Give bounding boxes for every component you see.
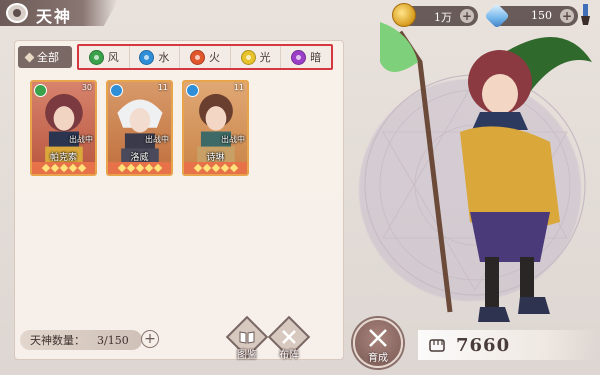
star-icon <box>77 163 86 173</box>
filter-label: 火 <box>208 51 220 64</box>
wind-icon <box>88 49 104 65</box>
god-card[interactable]: 30 出战中 帕克索 <box>30 80 97 176</box>
star-icon <box>50 163 59 173</box>
back-eye-icon[interactable] <box>6 3 28 23</box>
god-card[interactable]: 11 出战中 诗琳 <box>182 80 249 176</box>
card-level: 30 <box>81 83 92 92</box>
combat-power: 7660 <box>418 330 596 360</box>
filter-wind[interactable]: 风 <box>79 46 130 68</box>
star-icon <box>220 163 229 173</box>
filter-fire[interactable]: 火 <box>180 46 231 68</box>
god-count-value: 3/150 <box>97 333 129 347</box>
star-rating <box>184 162 247 174</box>
star-rating <box>108 162 171 174</box>
star-icon <box>211 163 220 173</box>
star-icon <box>59 163 68 173</box>
god-count: 天神数量： 3/150 <box>20 330 142 350</box>
filter-label: 水 <box>158 51 170 64</box>
star-icon <box>229 163 238 173</box>
filter-light[interactable]: 光 <box>231 46 282 68</box>
filter-dark[interactable]: 暗 <box>281 46 331 68</box>
star-icon <box>117 163 126 173</box>
filter-all-label: 全部 <box>37 51 59 64</box>
element-badge-icon <box>186 84 199 97</box>
star-icon <box>153 163 162 173</box>
fist-icon <box>429 339 445 352</box>
filter-label: 暗 <box>310 51 322 64</box>
hero-character-art <box>380 22 592 322</box>
star-icon <box>144 163 153 173</box>
card-status: 出战中 <box>69 135 93 144</box>
formation-label: 布阵 <box>279 350 299 361</box>
add-gem-button[interactable]: + <box>560 9 574 23</box>
nurture-button[interactable]: 育成 <box>353 318 403 368</box>
star-rating <box>32 162 95 174</box>
filter-label: 风 <box>107 51 119 64</box>
codex-label: 图鉴 <box>237 350 257 361</box>
card-status: 出战中 <box>221 135 245 144</box>
water-icon <box>139 49 155 65</box>
fire-icon <box>189 49 205 65</box>
filter-label: 光 <box>259 51 271 64</box>
tools-icon <box>369 329 387 347</box>
codex-button[interactable]: 图鉴 <box>225 315 269 368</box>
expand-capacity-button[interactable]: + <box>141 330 159 348</box>
add-gold-button[interactable]: + <box>460 9 474 23</box>
filter-tab-all[interactable]: 全部 <box>18 46 72 68</box>
element-badge-icon <box>34 84 47 97</box>
light-icon <box>240 49 256 65</box>
card-level: 11 <box>233 83 244 92</box>
star-icon <box>41 163 50 173</box>
diamond-icon <box>24 52 35 62</box>
page-title: 天神 <box>36 7 73 26</box>
filter-water[interactable]: 水 <box>130 46 181 68</box>
god-count-label: 天神数量： <box>30 334 85 347</box>
star-icon <box>135 163 144 173</box>
card-level: 11 <box>157 83 168 92</box>
formation-button[interactable]: 布阵 <box>267 315 311 368</box>
element-filter-bar: 风 水 火 光 暗 <box>77 44 333 70</box>
combat-power-value: 7660 <box>456 334 511 356</box>
card-status: 出战中 <box>145 135 169 144</box>
star-icon <box>202 163 211 173</box>
star-icon <box>68 163 77 173</box>
gem-amount: 150 <box>531 9 552 22</box>
element-badge-icon <box>110 84 123 97</box>
god-card[interactable]: 11 出战中 洛威 <box>106 80 173 176</box>
dark-icon <box>291 49 307 65</box>
star-icon <box>193 163 202 173</box>
star-icon <box>126 163 135 173</box>
nurture-label: 育成 <box>368 353 388 364</box>
